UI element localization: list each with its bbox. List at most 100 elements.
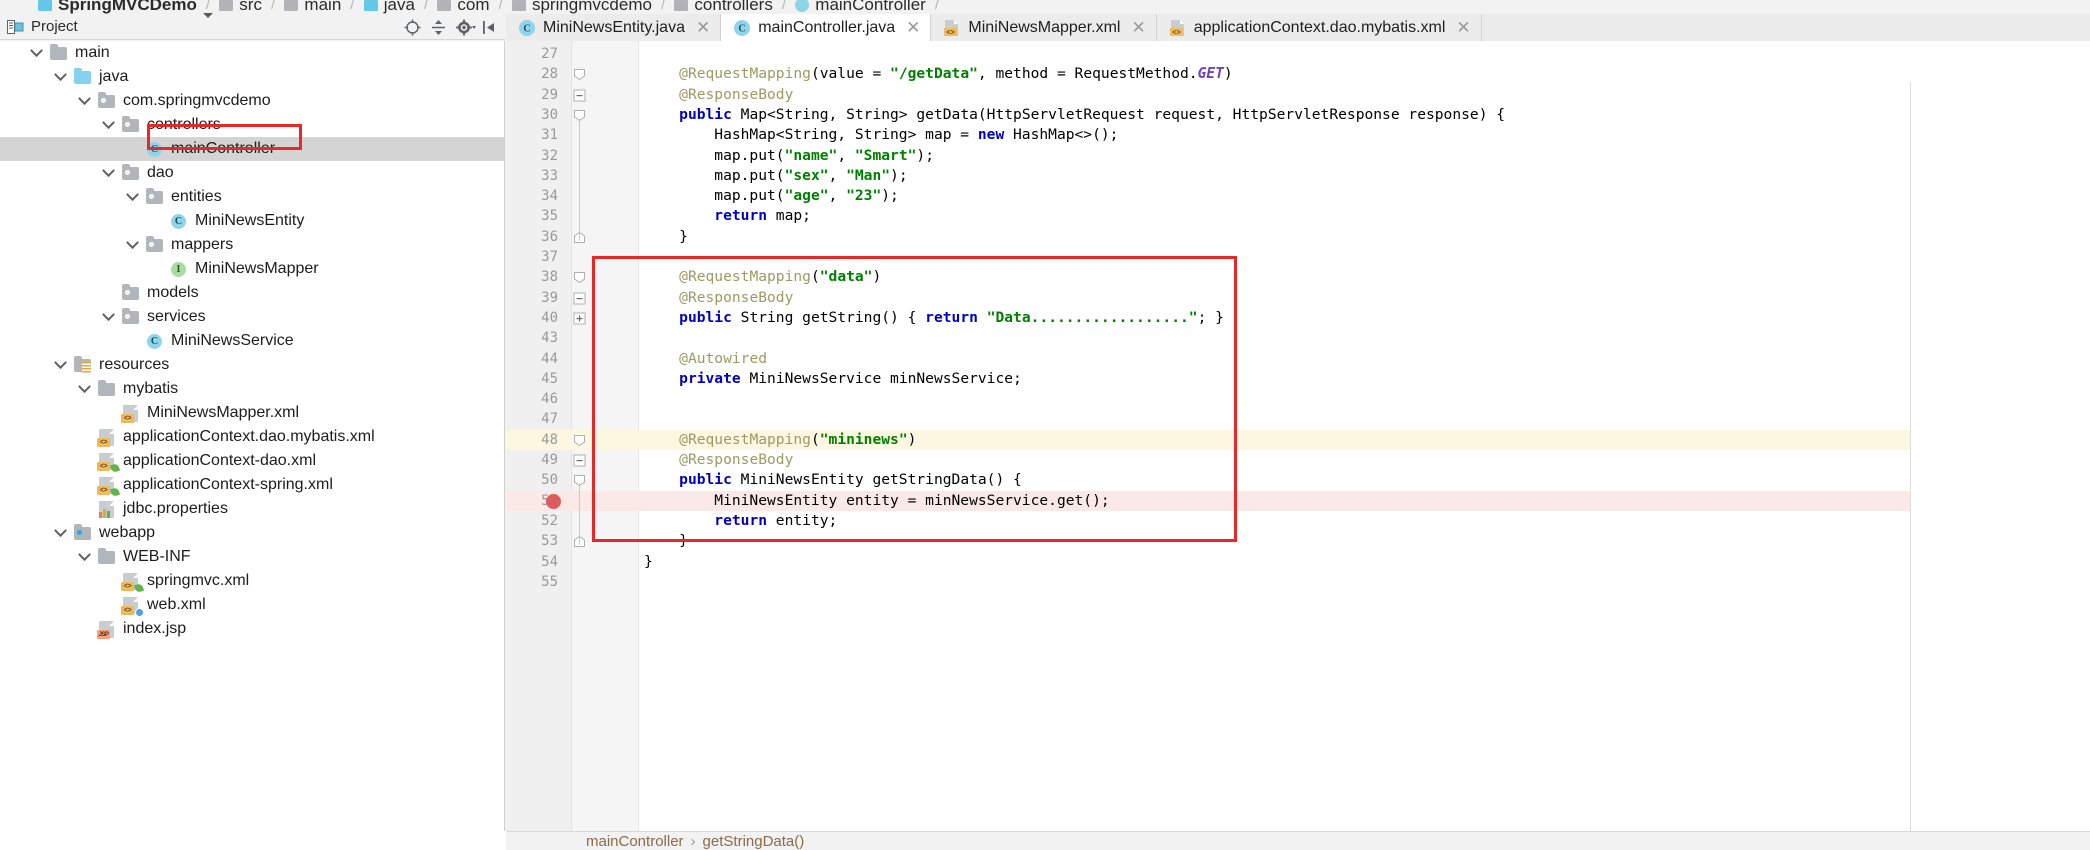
hide-panel-icon[interactable] <box>482 19 499 36</box>
chevron-down-icon[interactable] <box>48 521 72 545</box>
settings-gear-icon[interactable] <box>456 19 476 36</box>
code-line[interactable]: map.put("sex", "Man"); <box>639 166 2090 186</box>
code-line[interactable]: } <box>639 552 2090 572</box>
code-line[interactable] <box>639 389 2090 409</box>
chevron-down-icon[interactable] <box>72 377 96 401</box>
fold-region-icon[interactable] <box>573 271 586 289</box>
tree-item-mybatis[interactable]: mybatis <box>0 377 504 401</box>
editor-tab-bar[interactable]: C MiniNewsEntity.java ✕ CmainController.jav… <box>506 14 2090 41</box>
editor-tab-mininewsmapper-xml[interactable]: <> MiniNewsMapper.xml ✕ <box>931 14 1157 41</box>
locate-icon[interactable] <box>404 19 421 36</box>
code-line[interactable] <box>639 328 2090 348</box>
fold-collapse-icon[interactable] <box>573 292 586 310</box>
tree-item-applicationcontext-dao-xml[interactable]: <> applicationContext-dao.xml <box>0 449 504 474</box>
code-editor[interactable]: 27 28 @RequestMapping(value = "/getData",… <box>506 41 2090 831</box>
tree-item-mininewsmapper[interactable]: I MiniNewsMapper <box>0 257 504 281</box>
tree-item-web-xml[interactable]: <> web.xml <box>0 593 504 617</box>
tree-item-jdbc-properties[interactable]: jdbc.properties <box>0 497 504 521</box>
tree-item-dao[interactable]: dao <box>0 161 504 185</box>
breadcrumb-item-main[interactable]: main <box>284 0 341 15</box>
close-icon[interactable]: ✕ <box>1456 19 1470 36</box>
code-line[interactable]: map.put("name", "Smart"); <box>639 146 2090 166</box>
breadcrumb-item-maincontroller[interactable]: mainController <box>795 0 926 15</box>
code-line[interactable]: public MiniNewsEntity getStringData() { <box>639 470 2090 490</box>
code-line[interactable]: } <box>639 531 2090 551</box>
tree-item-applicationcontext-dao-mybatis-xml[interactable]: <> applicationContext.dao.mybatis.xml <box>0 425 504 449</box>
tree-item-web-inf[interactable]: WEB-INF <box>0 545 504 569</box>
tree-item-resources[interactable]: resources <box>0 353 504 377</box>
code-line[interactable]: private MiniNewsService minNewsService; <box>639 369 2090 389</box>
fold-expand-icon[interactable] <box>573 312 586 330</box>
breadcrumb-item-controllers[interactable]: controllers <box>674 0 773 15</box>
code-line[interactable]: return entity; <box>639 511 2090 531</box>
tree-item-applicationcontext-spring-xml[interactable]: <> applicationContext-spring.xml <box>0 473 504 498</box>
tree-item-models[interactable]: models <box>0 281 504 305</box>
code-line[interactable] <box>639 44 2090 64</box>
chevron-down-icon[interactable] <box>96 161 120 185</box>
chevron-down-icon[interactable] <box>72 545 96 569</box>
tree-item-index-jsp[interactable]: JSP index.jsp <box>0 617 504 641</box>
close-icon[interactable]: ✕ <box>906 19 920 36</box>
chevron-down-icon[interactable] <box>96 305 120 329</box>
code-line[interactable]: return map; <box>639 206 2090 226</box>
editor-bottom-breadcrumb[interactable]: mainController › getStringData() <box>506 831 2090 850</box>
tree-item-controllers[interactable]: controllers <box>0 113 504 137</box>
code-line[interactable]: public String getString() { return "Data… <box>639 308 2090 328</box>
tree-item-entities[interactable]: entities <box>0 185 504 209</box>
bottom-breadcrumb-item[interactable]: mainController <box>586 833 684 850</box>
code-line[interactable]: @ResponseBody <box>639 288 2090 308</box>
tree-item-com-springmvcdemo[interactable]: com.springmvcdemo <box>0 89 504 113</box>
bottom-breadcrumb-item[interactable]: getStringData() <box>703 833 805 850</box>
editor-tab-mininewsentity-java[interactable]: C MiniNewsEntity.java ✕ <box>506 14 722 41</box>
breadcrumb-item-java[interactable]: java <box>363 0 415 15</box>
tree-item-maincontroller[interactable]: CmainController <box>0 137 504 161</box>
fold-collapse-icon[interactable] <box>573 89 586 107</box>
breadcrumb-item-springmvcdemo[interactable]: springmvcdemo <box>511 0 652 15</box>
close-icon[interactable]: ✕ <box>696 19 710 36</box>
editor-tab-maincontroller-java[interactable]: CmainController.java ✕ <box>721 14 932 41</box>
editor-tab-applicationcontext-dao-mybatis-xml[interactable]: <> applicationContext.dao.mybatis.xml ✕ <box>1156 14 1482 41</box>
editor-code-area[interactable]: 27 28 @RequestMapping(value = "/getData",… <box>506 41 2090 831</box>
tree-item-mininewsmapper-xml[interactable]: <> MiniNewsMapper.xml <box>0 401 504 425</box>
code-line[interactable]: @ResponseBody <box>639 450 2090 470</box>
chevron-down-icon[interactable] <box>202 12 213 36</box>
breakpoint-icon[interactable] <box>546 493 561 509</box>
tree-item-webapp[interactable]: webapp <box>0 521 504 545</box>
expand-collapse-icon[interactable] <box>430 19 447 36</box>
code-line[interactable] <box>639 409 2090 429</box>
close-icon[interactable]: ✕ <box>1131 19 1145 36</box>
fold-collapse-icon[interactable] <box>573 454 586 472</box>
chevron-down-icon[interactable] <box>120 233 144 257</box>
code-line[interactable]: MiniNewsEntity entity = minNewsService.g… <box>639 491 2090 511</box>
code-line[interactable]: @RequestMapping("data") <box>639 267 2090 287</box>
code-line[interactable]: @RequestMapping(value = "/getData", meth… <box>639 64 2090 84</box>
code-line[interactable] <box>639 572 2090 592</box>
fold-region-icon[interactable] <box>573 68 586 86</box>
code-line[interactable]: HashMap<String, String> map = new HashMa… <box>639 125 2090 145</box>
breadcrumb-item-com[interactable]: com <box>437 0 490 15</box>
project-tree[interactable]: main java com.springmvcdemo controllers Cmai… <box>0 41 505 850</box>
chevron-down-icon[interactable] <box>72 89 96 113</box>
chevron-down-icon[interactable] <box>24 41 48 65</box>
code-line[interactable]: @RequestMapping("mininews") <box>639 430 2090 450</box>
code-line[interactable]: } <box>639 227 2090 247</box>
chevron-down-icon[interactable] <box>96 113 120 137</box>
code-line[interactable] <box>639 247 2090 267</box>
code-line[interactable]: @Autowired <box>639 349 2090 369</box>
tree-item-services[interactable]: services <box>0 305 504 329</box>
code-line[interactable]: map.put("age", "23"); <box>639 186 2090 206</box>
tree-item-springmvc-xml[interactable]: <> springmvc.xml <box>0 569 504 594</box>
chevron-down-icon[interactable] <box>48 353 72 377</box>
code-line[interactable]: @ResponseBody <box>639 85 2090 105</box>
tree-item-main[interactable]: main <box>0 41 504 65</box>
fold-region-icon[interactable] <box>573 434 586 452</box>
chevron-down-icon[interactable] <box>48 65 72 89</box>
breadcrumb-item-src[interactable]: src <box>219 0 262 15</box>
breadcrumb-item-springmvcdemo[interactable]: SpringMVCDemo <box>38 0 197 15</box>
chevron-down-icon[interactable] <box>120 185 144 209</box>
tree-item-java[interactable]: java <box>0 65 504 89</box>
tree-item-mappers[interactable]: mappers <box>0 233 504 257</box>
tree-item-mininewsservice[interactable]: C MiniNewsService <box>0 329 504 353</box>
tree-item-mininewsentity[interactable]: C MiniNewsEntity <box>0 209 504 233</box>
code-line[interactable]: public Map<String, String> getData(HttpS… <box>639 105 2090 125</box>
